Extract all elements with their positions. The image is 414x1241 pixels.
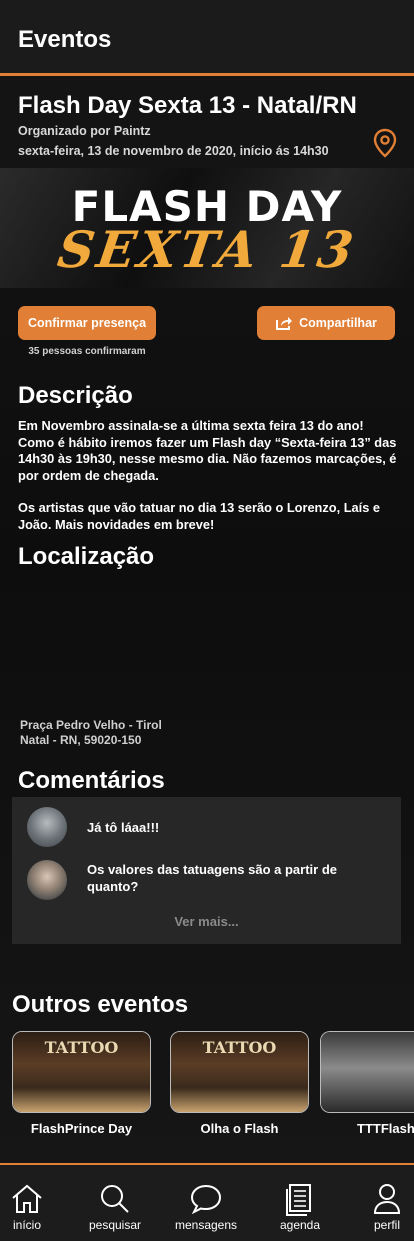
bottom-navigation: início pesquisar mensagens agenda perfil	[0, 1163, 414, 1241]
comments-panel: Já tô láaa!!! Os valores das tatuagens s…	[12, 797, 401, 944]
chat-icon	[190, 1184, 222, 1215]
event-card[interactable]: TATTOO	[170, 1031, 309, 1113]
page-title: Eventos	[18, 26, 112, 53]
description-paragraph: Em Novembro assinala-se a última sexta f…	[18, 418, 397, 483]
tattoo-sign: TATTOO	[44, 1038, 119, 1057]
event-card[interactable]	[320, 1031, 414, 1113]
location-pin-icon[interactable]	[372, 128, 398, 158]
nav-item-agenda[interactable]: agenda	[259, 1165, 341, 1241]
nav-label: agenda	[279, 1218, 321, 1232]
app-header: Eventos	[0, 0, 414, 76]
confirmed-count: 35 pessoas confirmaram	[28, 346, 146, 357]
tattoo-sign: TATTOO	[202, 1038, 277, 1057]
event-page: Eventos Flash Day Sexta 13 - Natal/RN Or…	[0, 0, 414, 1241]
event-description: Em Novembro assinala-se a última sexta f…	[18, 418, 398, 533]
comments-heading: Comentários	[18, 767, 165, 794]
comment-text: Os valores das tatuagens são a partir de…	[87, 862, 337, 894]
address-line: Natal - RN, 59020-150	[20, 733, 142, 747]
user-icon	[373, 1184, 401, 1214]
event-banner: FLASH DAY SEXTA 13	[0, 168, 414, 288]
description-heading: Descrição	[18, 382, 133, 409]
nav-item-pesquisar[interactable]: pesquisar	[74, 1165, 156, 1241]
other-events-heading: Outros eventos	[12, 991, 189, 1018]
home-icon	[12, 1184, 42, 1213]
event-organizer: Organizado por Paintz	[18, 124, 151, 138]
share-icon	[276, 317, 293, 330]
comment-text: Já tô láaa!!!	[87, 820, 160, 835]
event-card-title[interactable]: TTTFlash	[357, 1121, 414, 1136]
nav-label: perfil	[373, 1218, 400, 1232]
event-card[interactable]: TATTOO	[12, 1031, 151, 1113]
nav-item-inicio[interactable]: início	[0, 1165, 68, 1241]
avatar[interactable]	[27, 860, 67, 900]
event-card-image	[321, 1032, 414, 1112]
event-card-title[interactable]: FlashPrince Day	[12, 1121, 151, 1136]
location-address: Praça Pedro Velho - Tirol Natal - RN, 59…	[20, 718, 162, 748]
event-title: Flash Day Sexta 13 - Natal/RN	[18, 92, 357, 119]
location-heading: Localização	[18, 543, 155, 570]
description-paragraph: Os artistas que vão tatuar no dia 13 ser…	[18, 500, 380, 532]
event-card-title[interactable]: Olha o Flash	[170, 1121, 309, 1136]
event-datetime: sexta-feira, 13 de novembro de 2020, iní…	[18, 144, 329, 158]
confirm-attendance-button[interactable]: Confirmar presença	[18, 306, 156, 340]
nav-item-perfil[interactable]: perfil	[346, 1165, 414, 1241]
nav-item-mensagens[interactable]: mensagens	[165, 1165, 247, 1241]
see-more-link[interactable]: Ver mais...	[12, 914, 401, 929]
calendar-icon	[286, 1184, 311, 1216]
nav-label: mensagens	[174, 1218, 238, 1232]
nav-label: início	[12, 1218, 41, 1232]
share-label: Compartilhar	[299, 316, 377, 330]
banner-subtitle: SEXTA 13	[54, 220, 360, 279]
avatar[interactable]	[27, 807, 67, 847]
search-icon	[101, 1185, 129, 1213]
nav-label: pesquisar	[88, 1218, 142, 1232]
share-button[interactable]: Compartilhar	[257, 306, 395, 340]
address-line: Praça Pedro Velho - Tirol	[20, 718, 162, 732]
other-events-carousel[interactable]: TATTOO FlashPrince Day TATTOO Olha o Fla…	[12, 1031, 414, 1141]
confirm-label: Confirmar presença	[27, 316, 147, 330]
